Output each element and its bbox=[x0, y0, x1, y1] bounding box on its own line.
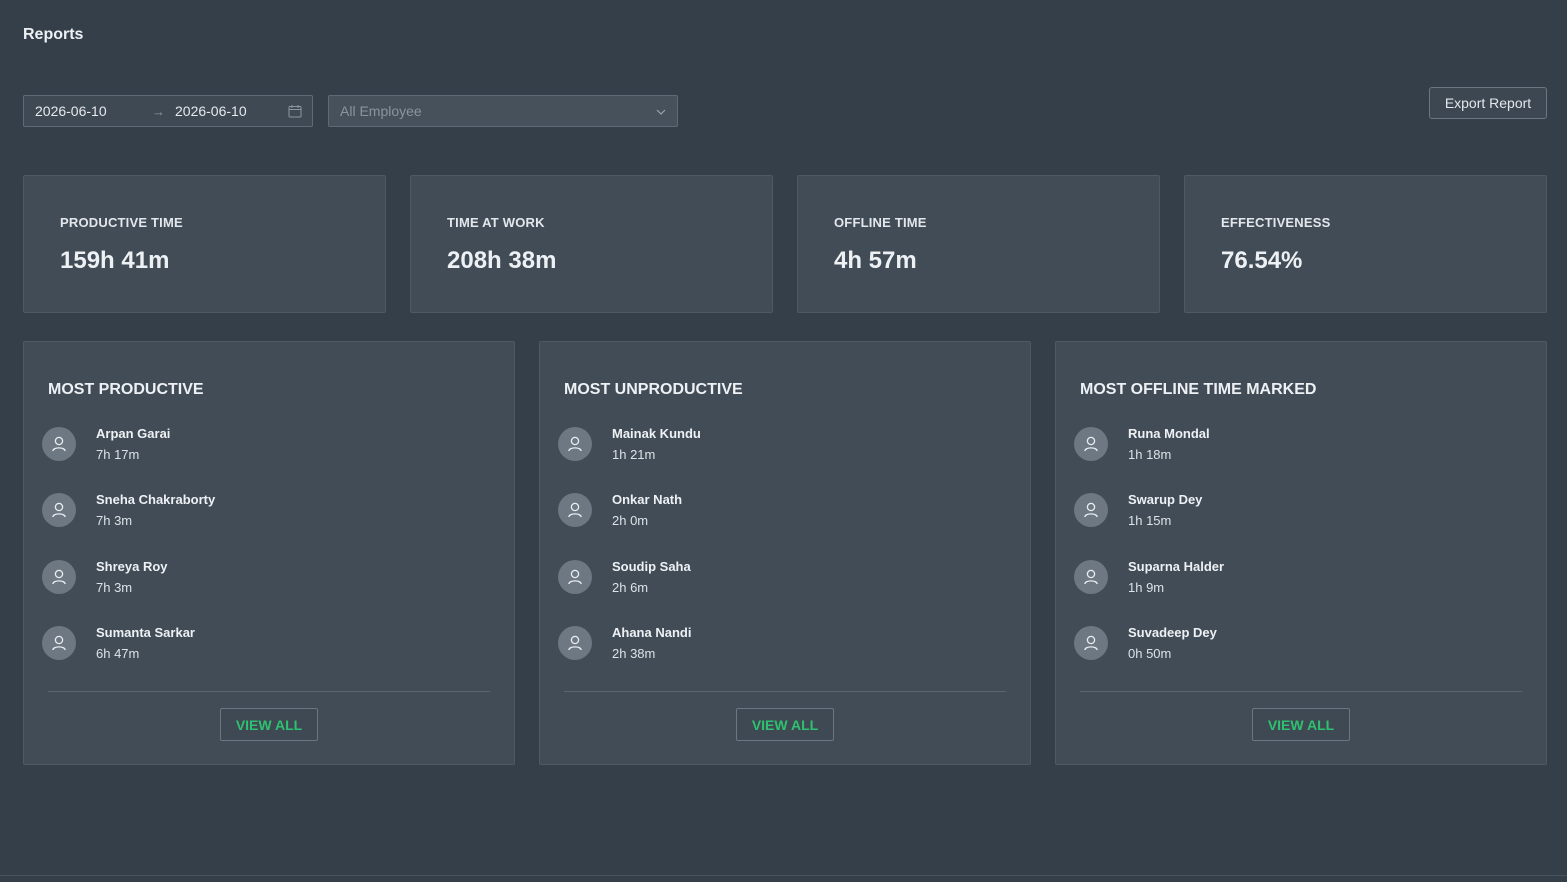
employee-time: 7h 3m bbox=[96, 580, 133, 595]
avatar bbox=[42, 560, 76, 594]
employee-select-placeholder: All Employee bbox=[340, 103, 422, 119]
avatar bbox=[42, 493, 76, 527]
avatar bbox=[558, 427, 592, 461]
employee-name: Shreya Roy bbox=[96, 559, 168, 574]
employee-name: Swarup Dey bbox=[1128, 492, 1203, 507]
list-card-most-unproductive: MOST UNPRODUCTIVE Mainak Kundu 1h 21m Onkar… bbox=[539, 341, 1031, 765]
employee-time: 2h 0m bbox=[612, 513, 649, 528]
employee-select[interactable]: All Employee bbox=[328, 95, 678, 127]
avatar bbox=[1074, 427, 1108, 461]
date-end-input[interactable]: 2026-06-10 bbox=[175, 103, 247, 119]
employee-time: 1h 9m bbox=[1128, 580, 1165, 595]
chevron-down-icon bbox=[656, 109, 666, 115]
list-item[interactable]: Runa Mondal 1h 18m bbox=[1074, 426, 1514, 471]
list-item[interactable]: Sumanta Sarkar 6h 47m bbox=[42, 625, 482, 670]
date-range-picker[interactable]: 2026-06-10 → 2026-06-10 bbox=[23, 95, 313, 127]
page-title: Reports bbox=[23, 26, 84, 43]
employee-time: 1h 15m bbox=[1128, 513, 1172, 528]
user-icon bbox=[568, 635, 582, 651]
employee-time: 2h 38m bbox=[612, 646, 656, 661]
employee-time: 0h 50m bbox=[1128, 646, 1172, 661]
list-item[interactable]: Onkar Nath 2h 0m bbox=[558, 492, 998, 537]
employee-time: 1h 21m bbox=[612, 447, 656, 462]
view-all-button[interactable]: VIEW ALL bbox=[736, 708, 834, 741]
stat-card-time-at-work: TIME AT WORK 208h 38m bbox=[410, 175, 773, 313]
user-icon bbox=[52, 502, 66, 518]
list-item[interactable]: Mainak Kundu 1h 21m bbox=[558, 426, 998, 471]
list-divider bbox=[1080, 691, 1522, 692]
list-item[interactable]: Ahana Nandi 2h 38m bbox=[558, 625, 998, 670]
list-title: MOST UNPRODUCTIVE bbox=[564, 381, 743, 398]
list-title: MOST PRODUCTIVE bbox=[48, 381, 204, 398]
list-item[interactable]: Suparna Halder 1h 9m bbox=[1074, 559, 1514, 604]
stat-label: OFFLINE TIME bbox=[834, 215, 927, 230]
employee-time: 2h 6m bbox=[612, 580, 649, 595]
list-title: MOST OFFLINE TIME MARKED bbox=[1080, 381, 1317, 398]
export-report-button[interactable]: Export Report bbox=[1429, 87, 1547, 119]
user-icon bbox=[1084, 436, 1098, 452]
avatar bbox=[558, 626, 592, 660]
employee-name: Onkar Nath bbox=[612, 492, 683, 507]
list-divider bbox=[564, 691, 1006, 692]
employee-name: Ahana Nandi bbox=[612, 625, 692, 640]
list-item[interactable]: Arpan Garai 7h 17m bbox=[42, 426, 482, 471]
user-icon bbox=[52, 635, 66, 651]
stat-label: TIME AT WORK bbox=[447, 215, 545, 230]
avatar bbox=[42, 626, 76, 660]
employee-name: Sneha Chakraborty bbox=[96, 492, 216, 507]
employee-time: 7h 17m bbox=[96, 447, 140, 462]
employee-time: 7h 3m bbox=[96, 513, 133, 528]
stat-value: 159h 41m bbox=[60, 247, 170, 274]
calendar-icon[interactable] bbox=[288, 104, 302, 118]
list-card-most-productive: MOST PRODUCTIVE Arpan Garai 7h 17m Sneha Ch… bbox=[23, 341, 515, 765]
employee-time: 1h 18m bbox=[1128, 447, 1172, 462]
user-icon bbox=[568, 436, 582, 452]
user-icon bbox=[1084, 569, 1098, 585]
avatar bbox=[558, 560, 592, 594]
employee-name: Mainak Kundu bbox=[612, 426, 701, 441]
employee-name: Suparna Halder bbox=[1128, 559, 1225, 574]
list-item[interactable]: Swarup Dey 1h 15m bbox=[1074, 492, 1514, 537]
employee-name: Arpan Garai bbox=[96, 426, 171, 441]
list-item[interactable]: Shreya Roy 7h 3m bbox=[42, 559, 482, 604]
list-item[interactable]: Suvadeep Dey 0h 50m bbox=[1074, 625, 1514, 670]
stat-value: 76.54% bbox=[1221, 247, 1303, 274]
stat-value: 4h 57m bbox=[834, 247, 917, 274]
stat-card-effectiveness: EFFECTIVENESS 76.54% bbox=[1184, 175, 1547, 313]
avatar bbox=[42, 427, 76, 461]
avatar bbox=[558, 493, 592, 527]
avatar bbox=[1074, 560, 1108, 594]
view-all-button[interactable]: VIEW ALL bbox=[1252, 708, 1350, 741]
user-icon bbox=[1084, 502, 1098, 518]
avatar bbox=[1074, 493, 1108, 527]
view-all-button[interactable]: VIEW ALL bbox=[220, 708, 318, 741]
list-divider bbox=[48, 691, 490, 692]
stat-label: EFFECTIVENESS bbox=[1221, 215, 1331, 230]
avatar bbox=[1074, 626, 1108, 660]
employee-name: Soudip Saha bbox=[612, 559, 691, 574]
footer-divider bbox=[0, 875, 1567, 876]
employee-name: Runa Mondal bbox=[1128, 426, 1210, 441]
stat-card-offline-time: OFFLINE TIME 4h 57m bbox=[797, 175, 1160, 313]
stat-label: PRODUCTIVE TIME bbox=[60, 215, 183, 230]
date-start-input[interactable]: 2026-06-10 bbox=[35, 103, 107, 119]
list-card-most-offline-time-marked: MOST OFFLINE TIME MARKED Runa Mondal 1h 18… bbox=[1055, 341, 1547, 765]
date-range-separator: → bbox=[152, 103, 165, 119]
employee-time: 6h 47m bbox=[96, 646, 140, 661]
list-item[interactable]: Soudip Saha 2h 6m bbox=[558, 559, 998, 604]
user-icon bbox=[568, 569, 582, 585]
employee-name: Sumanta Sarkar bbox=[96, 625, 195, 640]
user-icon bbox=[568, 502, 582, 518]
stat-card-productive-time: PRODUCTIVE TIME 159h 41m bbox=[23, 175, 386, 313]
employee-name: Suvadeep Dey bbox=[1128, 625, 1217, 640]
user-icon bbox=[52, 436, 66, 452]
user-icon bbox=[52, 569, 66, 585]
stat-value: 208h 38m bbox=[447, 247, 557, 274]
user-icon bbox=[1084, 635, 1098, 651]
list-item[interactable]: Sneha Chakraborty 7h 3m bbox=[42, 492, 482, 537]
